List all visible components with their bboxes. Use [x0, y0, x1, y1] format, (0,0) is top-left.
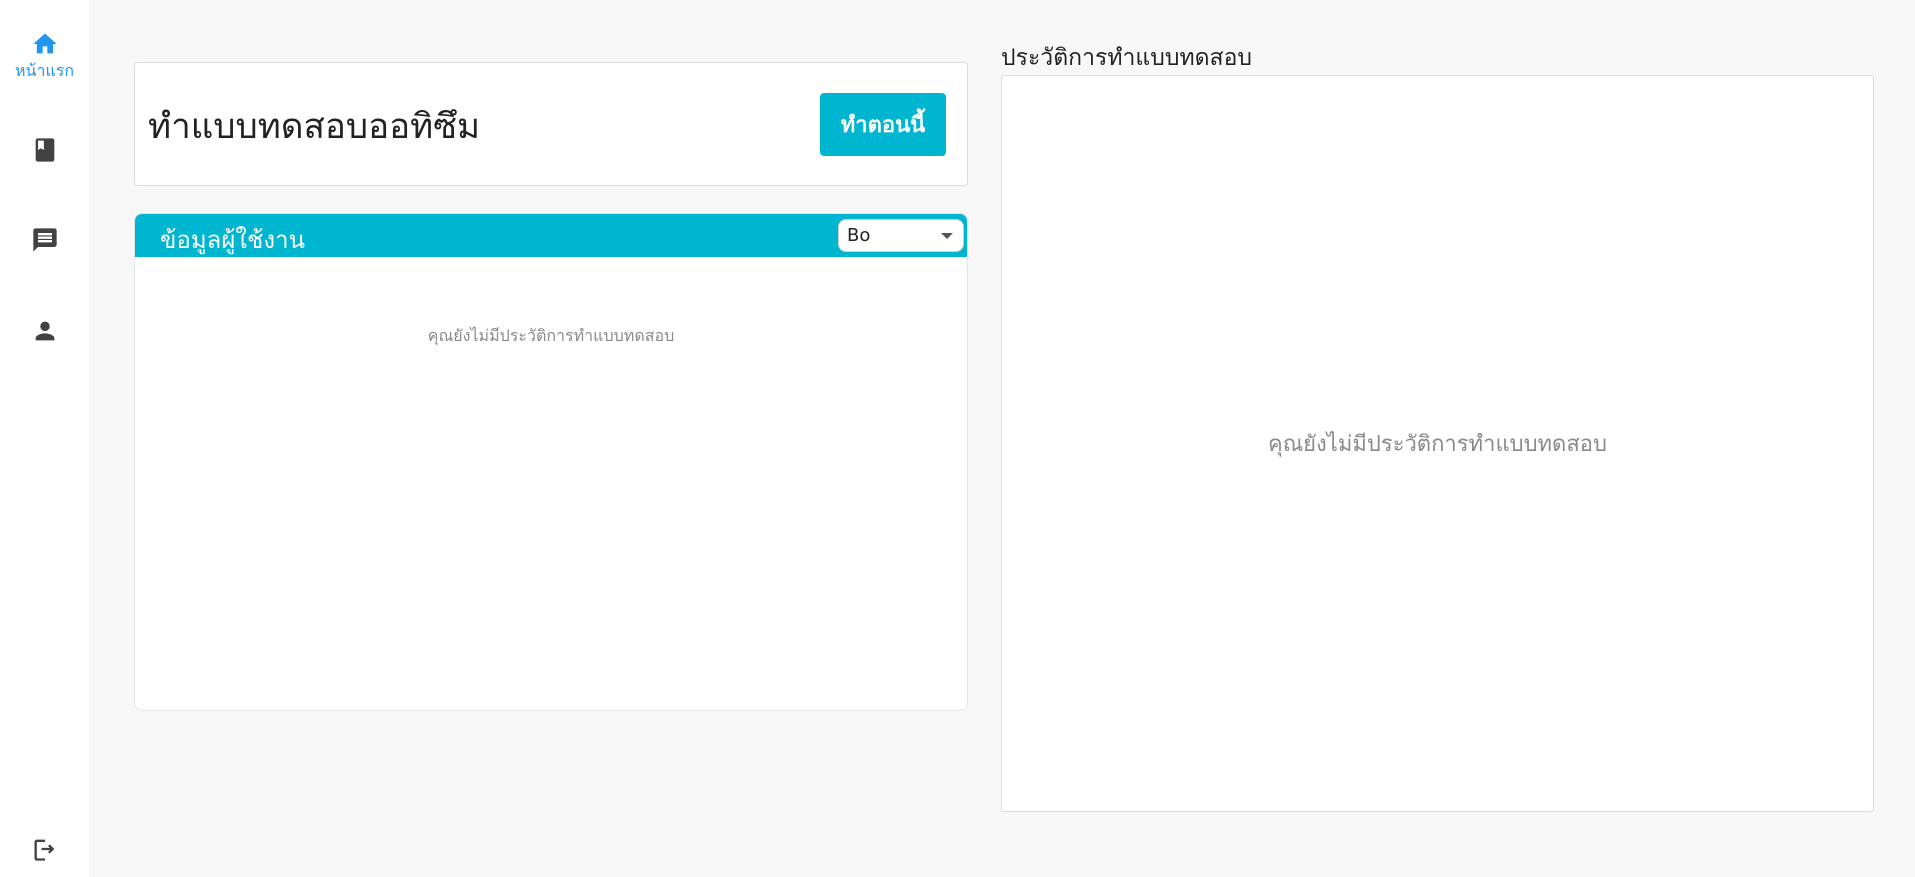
- history-title: ประวัติการทำแบบทดสอบ: [1001, 45, 1253, 71]
- chevron-down-icon: [941, 233, 953, 239]
- sidebar: หน้าแรก: [0, 0, 89, 877]
- autism-test-card: ทำแบบทดสอบออทิซึม ทำตอนนี้: [134, 62, 968, 186]
- person-icon: [35, 321, 54, 341]
- history-card: คุณยังไม่มีประวัติการทำแบบทดสอบ: [1001, 75, 1874, 812]
- start-test-button[interactable]: ทำตอนนี้: [820, 93, 946, 156]
- user-select-dropdown[interactable]: Bo: [838, 219, 964, 252]
- nav-home-label: หน้าแรก: [14, 61, 75, 80]
- logout-icon: [34, 839, 54, 861]
- logout-button[interactable]: [0, 835, 89, 863]
- page-title: ทำแบบทดสอบออทิซึม: [148, 107, 481, 147]
- user-info-title: ข้อมูลผู้ใช้งาน: [160, 226, 306, 254]
- nav-book[interactable]: [0, 136, 89, 164]
- user-select-value: Bo: [847, 225, 871, 246]
- user-info-card: ข้อมูลผู้ใช้งาน Bo คุณยังไม่มีประวัติการ…: [134, 213, 968, 711]
- book-icon: [35, 138, 54, 162]
- chat-icon: [32, 228, 57, 252]
- nav-home[interactable]: หน้าแรก: [0, 30, 89, 84]
- nav-profile[interactable]: [0, 317, 89, 345]
- history-empty-message: คุณยังไม่มีประวัติการทำแบบทดสอบ: [1268, 432, 1607, 457]
- nav-chat[interactable]: [0, 226, 89, 254]
- user-empty-message: คุณยังไม่มีประวัติการทำแบบทดสอบ: [427, 326, 675, 345]
- user-info-header: ข้อมูลผู้ใช้งาน Bo: [135, 214, 967, 257]
- home-icon: [32, 33, 57, 54]
